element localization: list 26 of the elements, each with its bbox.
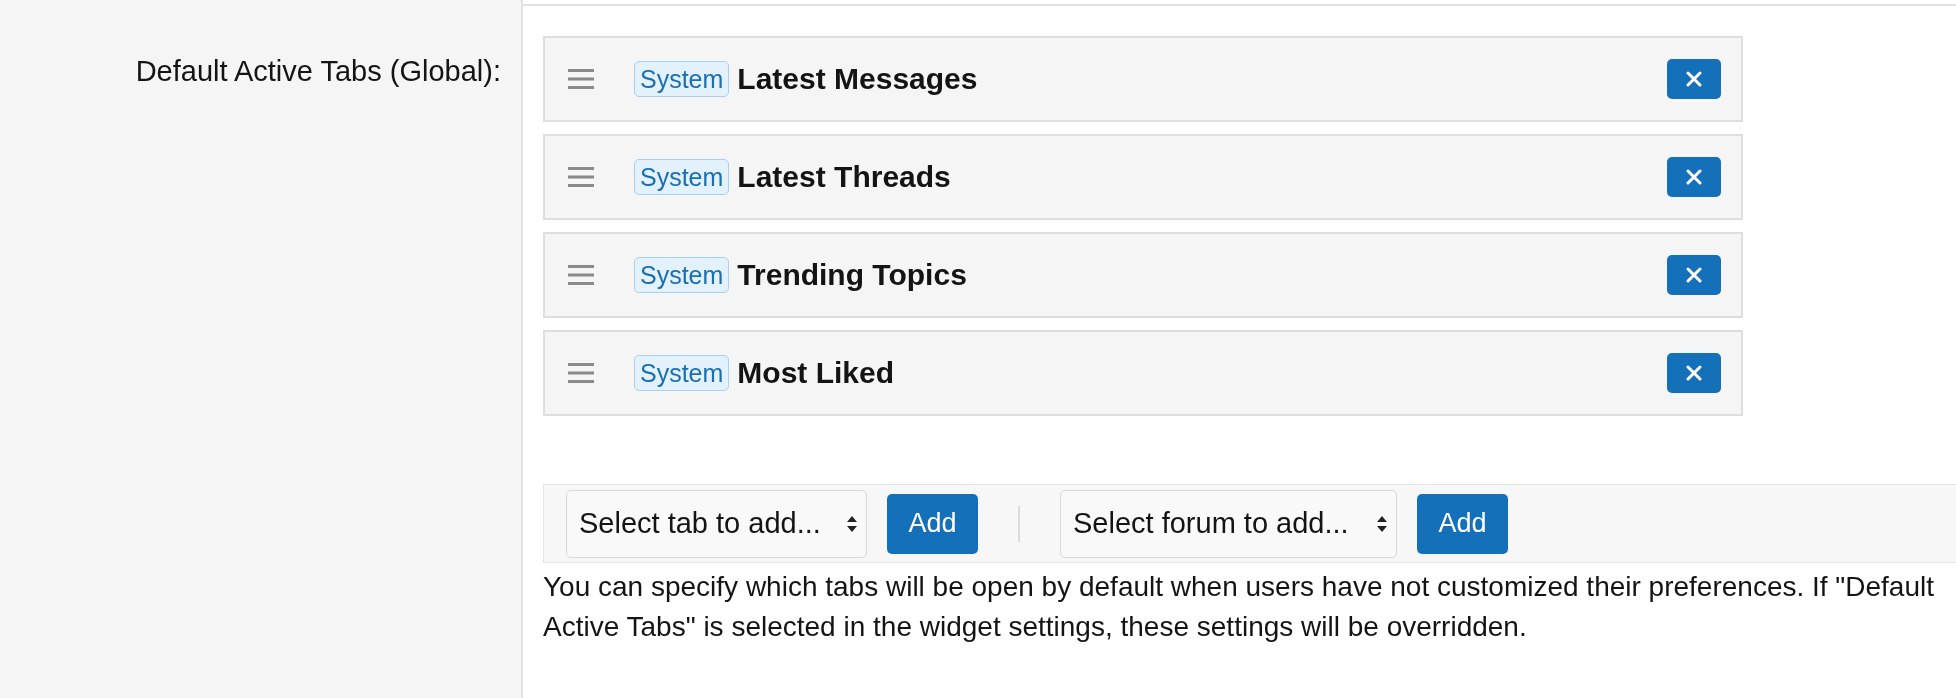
add-button[interactable]: Add [887,493,978,554]
tab-title: Trending Topics [737,258,968,292]
system-tag: System [634,355,730,391]
remove-button[interactable] [1667,255,1721,295]
tab-title: Most Liked [737,356,896,390]
close-icon [1686,267,1702,283]
system-tag: System [634,257,730,293]
close-icon [1686,71,1702,87]
remove-button[interactable] [1667,353,1721,393]
close-icon [1686,169,1702,185]
tab-title: Latest Messages [737,62,979,96]
drag-handle-icon[interactable] [568,363,594,383]
system-tag: System [634,61,730,97]
remove-button[interactable] [1667,157,1721,197]
tab-title: Latest Threads [737,160,952,194]
system-tag: System [634,159,730,195]
tab-select[interactable]: Select tab to add... [566,489,867,558]
close-icon [1686,365,1702,381]
add-button[interactable]: Add [1417,493,1508,554]
help-text: You can specify which tabs will be open by default when users have not customized their preferences. If "Default Active Tabs" is selected in the widget settings, these settings will be overridden. [543,570,1936,644]
drag-handle-icon[interactable] [568,69,594,89]
field-label: Default Active Tabs (Global): [135,55,501,89]
drag-handle-icon[interactable] [568,265,594,285]
drag-handle-icon[interactable] [568,167,594,187]
forum-select[interactable]: Select forum to add... [1060,489,1397,558]
remove-button[interactable] [1667,59,1721,99]
